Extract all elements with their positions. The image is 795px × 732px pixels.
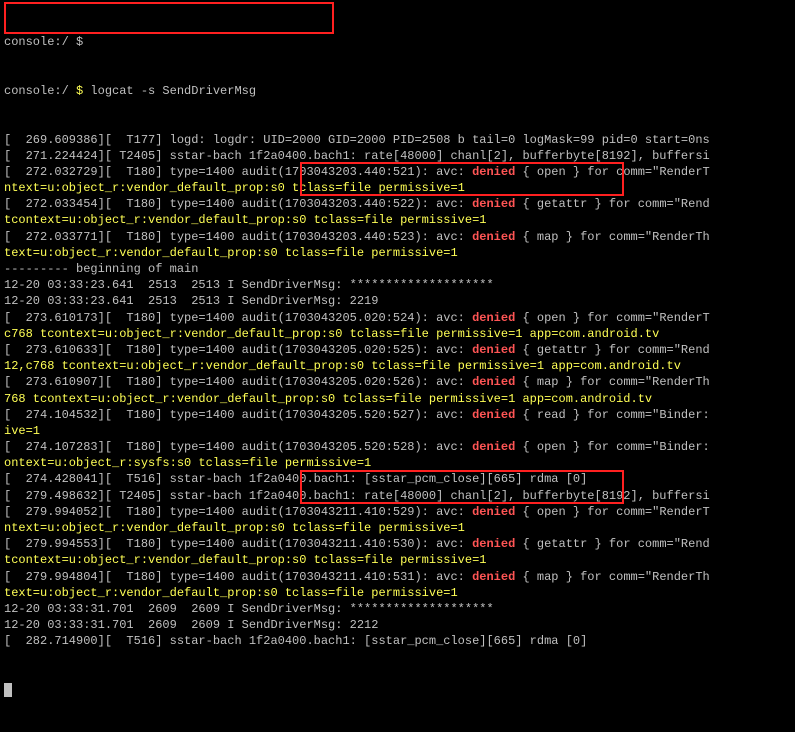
log-line: [ 273.610633][ T180] type=1400 audit(170… bbox=[4, 342, 791, 358]
cursor-line bbox=[4, 682, 791, 698]
command-line: console:/ $ logcat -s SendDriverMsg bbox=[4, 83, 791, 99]
command-text: logcat -s SendDriverMsg bbox=[90, 84, 256, 98]
log-line: [ 272.033771][ T180] type=1400 audit(170… bbox=[4, 229, 791, 245]
log-line: [ 279.994553][ T180] type=1400 audit(170… bbox=[4, 536, 791, 552]
log-line: text=u:object_r:vendor_default_prop:s0 t… bbox=[4, 245, 791, 261]
log-line: 12-20 03:33:31.701 2609 2609 I SendDrive… bbox=[4, 601, 791, 617]
log-line: [ 279.498632][ T2405] sstar-bach 1f2a040… bbox=[4, 488, 791, 504]
log-line: [ 279.994052][ T180] type=1400 audit(170… bbox=[4, 504, 791, 520]
log-line: [ 274.428041][ T516] sstar-bach 1f2a0400… bbox=[4, 471, 791, 487]
terminal-output[interactable]: console:/ $ console:/ $ logcat -s SendDr… bbox=[0, 0, 795, 732]
terminal-window: console:/ $ console:/ $ logcat -s SendDr… bbox=[0, 0, 795, 532]
prompt-prefix: console:/ bbox=[4, 84, 76, 98]
log-line: [ 282.714900][ T516] sstar-bach 1f2a0400… bbox=[4, 633, 791, 649]
log-line: tcontext=u:object_r:vendor_default_prop:… bbox=[4, 212, 791, 228]
log-line: [ 274.107283][ T180] type=1400 audit(170… bbox=[4, 439, 791, 455]
log-line: 12-20 03:33:23.641 2513 2513 I SendDrive… bbox=[4, 277, 791, 293]
log-line: [ 272.033454][ T180] type=1400 audit(170… bbox=[4, 196, 791, 212]
log-line: [ 274.104532][ T180] type=1400 audit(170… bbox=[4, 407, 791, 423]
log-line: [ 269.609386][ T177] logd: logdr: UID=20… bbox=[4, 132, 791, 148]
log-line: ive=1 bbox=[4, 423, 791, 439]
log-line: 12-20 03:33:23.641 2513 2513 I SendDrive… bbox=[4, 293, 791, 309]
log-line: [ 279.994804][ T180] type=1400 audit(170… bbox=[4, 569, 791, 585]
log-line: tcontext=u:object_r:vendor_default_prop:… bbox=[4, 552, 791, 568]
cursor bbox=[4, 683, 12, 697]
log-line: ntext=u:object_r:vendor_default_prop:s0 … bbox=[4, 180, 791, 196]
log-output: [ 269.609386][ T177] logd: logdr: UID=20… bbox=[4, 132, 791, 650]
log-line: 12-20 03:33:31.701 2609 2609 I SendDrive… bbox=[4, 617, 791, 633]
log-line: --------- beginning of main bbox=[4, 261, 791, 277]
log-line: ntext=u:object_r:vendor_default_prop:s0 … bbox=[4, 520, 791, 536]
log-line: text=u:object_r:vendor_default_prop:s0 t… bbox=[4, 585, 791, 601]
log-line: 768 tcontext=u:object_r:vendor_default_p… bbox=[4, 391, 791, 407]
prompt-line: console:/ $ bbox=[4, 34, 791, 50]
log-line: c768 tcontext=u:object_r:vendor_default_… bbox=[4, 326, 791, 342]
prompt-dollar: $ bbox=[76, 84, 90, 98]
log-line: [ 271.224424][ T2405] sstar-bach 1f2a040… bbox=[4, 148, 791, 164]
log-line: [ 273.610173][ T180] type=1400 audit(170… bbox=[4, 310, 791, 326]
prompt: console:/ $ bbox=[4, 35, 83, 49]
log-line: ontext=u:object_r:sysfs:s0 tclass=file p… bbox=[4, 455, 791, 471]
log-line: 12,c768 tcontext=u:object_r:vendor_defau… bbox=[4, 358, 791, 374]
log-line: [ 272.032729][ T180] type=1400 audit(170… bbox=[4, 164, 791, 180]
log-line: [ 273.610907][ T180] type=1400 audit(170… bbox=[4, 374, 791, 390]
